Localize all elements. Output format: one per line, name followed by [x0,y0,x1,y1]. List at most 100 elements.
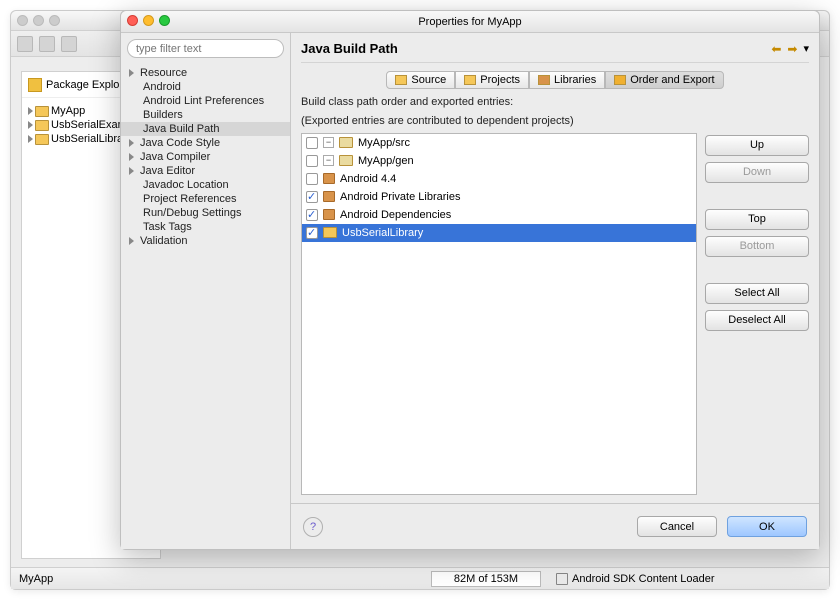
library-icon [323,191,335,202]
forward-icon[interactable]: ➡ [787,42,797,56]
tree-item[interactable]: Task Tags [121,220,290,234]
toolbar-new-icon[interactable] [17,36,33,52]
collapse-icon[interactable]: − [323,137,334,148]
order-export-list[interactable]: − MyApp/src −MyApp/gen Android 4.4 Android P… [301,133,697,495]
checkbox[interactable] [306,137,318,149]
tree-item-label: Java Build Path [143,123,219,135]
folder-icon [35,106,49,117]
expander-icon[interactable] [28,121,33,129]
tab-label: Libraries [554,74,596,86]
filter-input[interactable] [127,39,284,58]
down-button[interactable]: Down [705,162,809,183]
dialog-footer: ? Cancel OK [291,503,819,549]
tree-item-label: Android [143,81,181,93]
close-icon[interactable] [127,15,138,26]
tree-item-label: Java Compiler [140,151,210,163]
preferences-tree[interactable]: ResourceAndroidAndroid Lint PreferencesB… [121,64,290,549]
tree-item[interactable]: Java Editor [121,164,290,178]
tree-item-label: Project References [143,193,237,205]
expander-icon[interactable] [129,153,134,161]
tree-item-label: Javadoc Location [143,179,229,191]
package-icon [339,137,353,148]
folder-icon [323,227,337,238]
expander-icon[interactable] [28,107,33,115]
tree-item-label: Builders [143,109,183,121]
heap-status[interactable]: 82M of 153M [431,571,541,587]
list-item[interactable]: Android 4.4 [302,170,696,188]
traffic-light-close[interactable] [17,15,28,26]
tab-libraries[interactable]: Libraries [529,71,605,89]
list-item[interactable]: UsbSerialLibrary [302,224,696,242]
select-all-button[interactable]: Select All [705,283,809,304]
zoom-icon[interactable] [159,15,170,26]
tree-item[interactable]: Java Code Style [121,136,290,150]
list-item[interactable]: −MyApp/gen [302,152,696,170]
expander-icon[interactable] [28,135,33,143]
minimize-icon[interactable] [143,15,154,26]
tab-label: Projects [480,74,520,86]
bottom-button[interactable]: Bottom [705,236,809,257]
content-area: Java Build Path ⬅ ➡ ▾ Source Projects Libr… [291,33,819,549]
tree-item[interactable]: Validation [121,234,290,248]
tree-item[interactable]: Javadoc Location [121,178,290,192]
top-button[interactable]: Top [705,209,809,230]
list-item-label: MyApp/src [358,137,410,149]
traffic-light-minimize[interactable] [33,15,44,26]
checkbox[interactable] [306,191,318,203]
checkbox[interactable] [306,173,318,185]
content-header: Java Build Path ⬅ ➡ ▾ [301,41,809,63]
checkbox[interactable] [306,155,318,167]
expander-icon[interactable] [129,69,134,77]
package-icon [28,78,42,92]
ok-button[interactable]: OK [727,516,807,537]
dialog-titlebar: Properties for MyApp [121,11,819,33]
checkbox[interactable] [306,227,318,239]
list-item-label: UsbSerialLibrary [342,227,423,239]
tree-item[interactable]: Run/Debug Settings [121,206,290,220]
tree-item[interactable]: Project References [121,192,290,206]
tab-projects[interactable]: Projects [455,71,529,89]
expander-icon[interactable] [129,237,134,245]
toolbar-save-icon[interactable] [39,36,55,52]
order-icon [614,75,626,85]
libraries-icon [538,75,550,85]
trash-icon[interactable] [556,573,568,585]
help-icon[interactable]: ? [303,517,323,537]
dialog-title: Properties for MyApp [418,16,521,28]
collapse-icon[interactable]: − [323,155,334,166]
checkbox[interactable] [306,209,318,221]
tree-item[interactable]: Android Lint Preferences [121,94,290,108]
tree-item[interactable]: Android [121,80,290,94]
tree-item[interactable]: Java Compiler [121,150,290,164]
library-icon [323,173,335,184]
tab-order-and-export[interactable]: Order and Export [605,71,723,89]
source-icon [395,75,407,85]
tree-item[interactable]: Resource [121,66,290,80]
projects-icon [464,75,476,85]
up-button[interactable]: Up [705,135,809,156]
status-bar: MyApp 82M of 153M Android SDK Content Lo… [11,567,829,589]
list-item[interactable]: Android Dependencies [302,206,696,224]
expander-icon[interactable] [129,167,134,175]
traffic-light-zoom[interactable] [49,15,60,26]
list-item-label: Android Private Libraries [340,191,460,203]
progress-label: Android SDK Content Loader [572,573,714,585]
list-item-label: Android 4.4 [340,173,396,185]
tab-source[interactable]: Source [386,71,455,89]
list-item[interactable]: Android Private Libraries [302,188,696,206]
toolbar-print-icon[interactable] [61,36,77,52]
expander-icon[interactable] [129,139,134,147]
nav-history: ⬅ ➡ ▾ [771,42,809,56]
tree-item-label: Task Tags [143,221,192,233]
tree-item[interactable]: Builders [121,108,290,122]
deselect-all-button[interactable]: Deselect All [705,310,809,331]
cancel-button[interactable]: Cancel [637,516,717,537]
properties-dialog: Properties for MyApp ResourceAndroidAndr… [120,10,820,550]
tab-label: Source [411,74,446,86]
list-item[interactable]: − MyApp/src [302,134,696,152]
build-path-tabs: Source Projects Libraries Order and Export [386,71,723,89]
tree-item[interactable]: Java Build Path [121,122,290,136]
back-icon[interactable]: ⬅ [771,42,781,56]
page-title: Java Build Path [301,41,398,56]
menu-chevron-icon[interactable]: ▾ [803,42,809,56]
